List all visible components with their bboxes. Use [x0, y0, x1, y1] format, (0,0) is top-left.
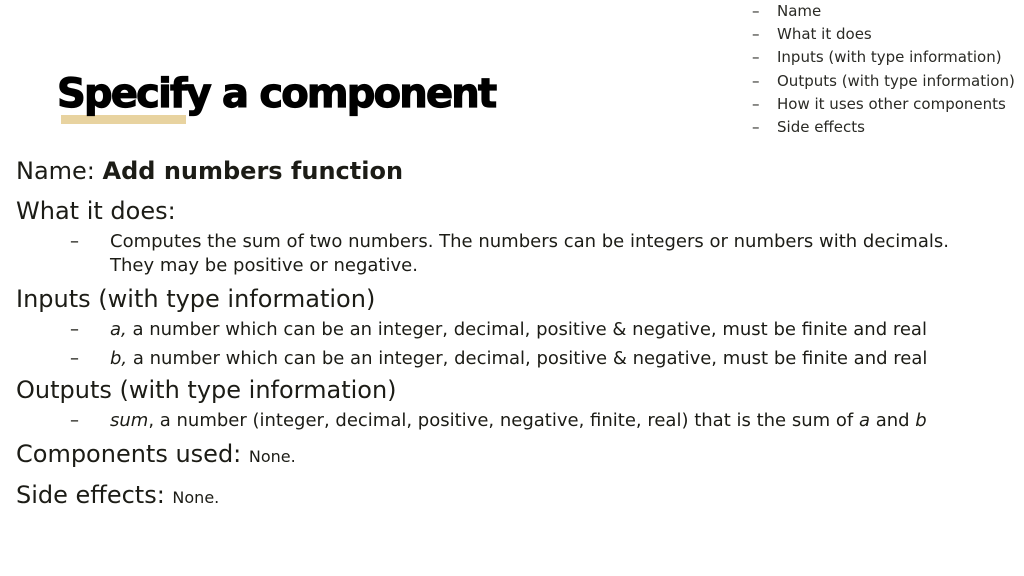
dash-bullet-icon: –: [70, 319, 79, 340]
spec-checklist: – Name – What it does – Inputs (with type i…: [752, 0, 1015, 139]
input-item-a: – a, a number which can be an integer, d…: [16, 318, 1016, 342]
component-spec: Name: Add numbers function What it does:…: [16, 152, 1016, 513]
input-description: a number which can be an integer, decima…: [126, 319, 927, 340]
dash-bullet-icon: –: [70, 231, 79, 252]
side-effects-row: Side effects: None.: [16, 480, 1016, 513]
dash-bullet-icon: –: [752, 71, 760, 90]
inputs-heading: Inputs (with type information): [16, 285, 376, 313]
dash-bullet-icon: –: [752, 94, 760, 113]
output-description: , a number (integer, decimal, positive, …: [148, 410, 859, 431]
outputs-heading: Outputs (with type information): [16, 376, 397, 404]
input-item-b: – b, a number which can be an integer, d…: [16, 347, 1016, 371]
dash-bullet-icon: –: [752, 118, 760, 137]
side-effects-label: Side effects:: [16, 481, 173, 509]
components-used-value: None.: [248, 447, 296, 466]
spec-name-label: Name:: [16, 157, 103, 185]
components-used-row: Components used: None.: [16, 439, 1016, 472]
checklist-item: – Inputs (with type information): [752, 46, 1015, 69]
dash-bullet-icon: –: [752, 48, 760, 67]
input-description: a number which can be an integer, decima…: [127, 348, 928, 369]
slide-title-block: Specify a component: [56, 68, 498, 124]
components-used-label: Components used:: [16, 440, 249, 468]
what-it-does-heading: What it does:: [16, 197, 176, 225]
output-item-sum: – sum, a number (integer, decimal, posit…: [16, 409, 1016, 433]
dash-bullet-icon: –: [70, 348, 79, 369]
spec-name-row: Name: Add numbers function: [16, 156, 1016, 186]
dash-bullet-icon: –: [752, 25, 760, 44]
checklist-item: – Name: [752, 0, 1015, 23]
slide-title: Specify a component: [56, 70, 497, 117]
input-var-name: a,: [110, 319, 127, 340]
checklist-item: – What it does: [752, 23, 1015, 46]
checklist-item: – Outputs (with type information): [752, 70, 1015, 93]
output-ref-a: a: [858, 410, 870, 431]
what-it-does-item: – Computes the sum of two numbers. The n…: [16, 230, 1016, 278]
output-ref-b: b: [915, 410, 927, 431]
dash-bullet-icon: –: [752, 2, 760, 20]
checklist-item: – Side effects: [752, 116, 1015, 139]
side-effects-value: None.: [172, 488, 220, 507]
input-var-name: b,: [110, 348, 128, 369]
dash-bullet-icon: –: [70, 410, 79, 431]
checklist-item: – How it uses other components: [752, 93, 1015, 116]
spec-name-value: Add numbers function: [102, 157, 404, 185]
output-var-name: sum: [110, 410, 149, 431]
